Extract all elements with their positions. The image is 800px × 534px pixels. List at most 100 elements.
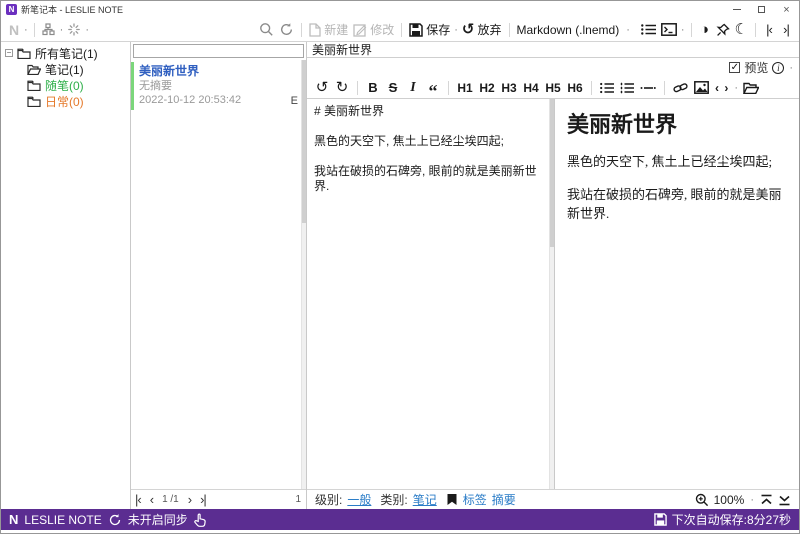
bold-button[interactable]: B [364,78,382,98]
sidebar-item-notes[interactable]: 笔记(1) [1,61,130,77]
sidebar-item-essays[interactable]: 随笔(0) [1,77,130,93]
markdown-source-pane[interactable]: # 美丽新世界 黑色的天空下, 焦土上已经尘埃四起; 我站在破损的石碑旁, 眼前… [307,99,555,489]
new-note-button[interactable]: 新建 [307,20,350,40]
terminal-icon [660,23,677,36]
category-value-link[interactable]: 笔记 [413,491,437,508]
statusbar-right: 下次自动保存:8分27秒 [653,511,791,528]
collapse-left-panel-button[interactable]: |‹ [761,20,777,40]
minimize-button[interactable] [724,1,749,18]
main-area: − 所有笔记(1) 笔记(1) 随笔(0) 日常(0) 美丽新世界 无摘要 20… [1,42,799,509]
note-list-scrollbar[interactable] [301,60,306,489]
sparkle-icon [68,23,81,36]
summary-link[interactable]: 摘要 [492,491,516,508]
tree-view-button[interactable] [40,20,58,40]
note-list-body: 美丽新世界 无摘要 2022-10-12 20:53:42 E [131,60,306,489]
link-button[interactable] [671,78,690,98]
search-button[interactable] [257,20,276,40]
toolbar-separator [755,22,756,37]
folder-open-icon [27,64,41,75]
heading2-button[interactable]: H2 [477,78,497,98]
note-list-item[interactable]: 美丽新世界 无摘要 2022-10-12 20:53:42 E [131,62,306,110]
sidebar-item-label: 随笔(0) [45,78,84,93]
tree-view-dropdown-icon[interactable]: · [60,24,64,36]
app-menu-dropdown-icon[interactable]: · [24,24,28,36]
undo-button[interactable]: ↺ [313,78,331,98]
ordered-list-icon [620,82,634,93]
window-controls: × [724,1,799,18]
prev-page-button[interactable]: ‹ [150,492,154,507]
terminal-button[interactable] [659,20,679,40]
toolbar-separator [664,80,665,95]
scrollbar-thumb[interactable] [550,99,554,248]
window-title: 新笔记本 - LESLIE NOTE [21,5,124,15]
zoom-dropdown-icon[interactable]: · [750,494,754,506]
pin-button[interactable] [714,20,732,40]
heading1-button[interactable]: H1 [455,78,475,98]
list-view-icon [640,24,656,35]
last-page-button[interactable]: ›| [200,492,207,507]
collapse-right-panel-button[interactable]: ›| [778,20,794,40]
note-title-input[interactable]: 美丽新世界 [312,41,372,58]
bookmark-icon[interactable] [446,493,458,506]
sidebar-item-all-notes[interactable]: − 所有笔记(1) [1,45,130,61]
link-icon [673,82,688,92]
sparkle-button[interactable] [65,20,83,40]
image-button[interactable] [692,78,711,98]
app-menu-button[interactable]: N [6,20,22,40]
info-icon[interactable]: i [772,61,785,74]
tree-expander-icon[interactable]: − [5,49,13,57]
maximize-icon [758,6,765,13]
italic-button[interactable]: I [404,78,422,98]
zoom-in-icon[interactable] [695,493,709,507]
note-list-panel: 美丽新世界 无摘要 2022-10-12 20:53:42 E |‹ ‹ 1 /… [131,42,307,509]
horizontal-rule-button[interactable] [638,78,658,98]
strikethrough-button[interactable]: S [384,78,402,98]
discard-button[interactable]: ↺ 放弃 [460,20,504,40]
tags-link[interactable]: 标签 [463,491,487,508]
dark-mode-button[interactable]: ☾ [733,20,750,40]
terminal-dropdown-icon[interactable]: · [681,24,685,36]
scroll-to-bottom-icon[interactable] [778,494,791,506]
ordered-list-button[interactable] [618,78,636,98]
format-dropdown-icon[interactable]: · [626,24,630,36]
level-value-link[interactable]: 一般 [347,491,371,508]
note-search-input[interactable] [133,44,304,58]
preview-checkbox[interactable]: ✓ [729,62,741,73]
refresh-icon [281,23,293,35]
heading3-button[interactable]: H3 [499,78,519,98]
info-dropdown-icon[interactable]: · [789,62,793,74]
redo-button[interactable]: ↻ [333,78,351,98]
sync-icon[interactable] [108,513,122,527]
list-view-button[interactable] [639,20,658,40]
format-selector[interactable]: Markdown (.lnemd) [515,20,622,40]
close-button[interactable]: × [774,1,799,18]
preview-heading: 美丽新世界 [567,112,678,137]
sync-status-text: 未开启同步 [127,513,188,527]
scroll-to-top-icon[interactable] [760,494,773,506]
bullet-list-button[interactable] [598,78,616,98]
app-logo-icon: N [6,4,17,15]
first-page-button[interactable]: |‹ [135,492,142,507]
scrollbar-thumb[interactable] [302,60,306,224]
gesture-hand-icon[interactable] [194,513,206,527]
blockquote-button[interactable]: “ [424,78,442,100]
preview-checkbox-label[interactable]: 预览 [744,59,768,76]
save-button[interactable]: 保存 [407,20,452,40]
source-scrollbar[interactable] [549,99,554,489]
save-dropdown-icon[interactable]: · [454,24,458,36]
refresh-button[interactable] [277,20,296,40]
code-button[interactable]: ‹ › [713,78,731,98]
sidebar-item-daily[interactable]: 日常(0) [1,93,130,109]
next-page-button[interactable]: › [188,492,192,507]
heading4-button[interactable]: H4 [521,78,541,98]
modify-note-button[interactable]: 修改 [351,20,396,40]
pin-icon [716,23,730,36]
code-dropdown-icon[interactable]: · [734,82,738,94]
maximize-button[interactable] [749,1,774,18]
sparkle-dropdown-icon[interactable]: · [85,24,89,36]
autosave-icon [653,513,667,526]
heading5-button[interactable]: H5 [543,78,563,98]
attachment-folder-button[interactable] [741,78,761,98]
contrast-theme-button[interactable]: ◑ [697,20,713,40]
heading6-button[interactable]: H6 [565,78,585,98]
